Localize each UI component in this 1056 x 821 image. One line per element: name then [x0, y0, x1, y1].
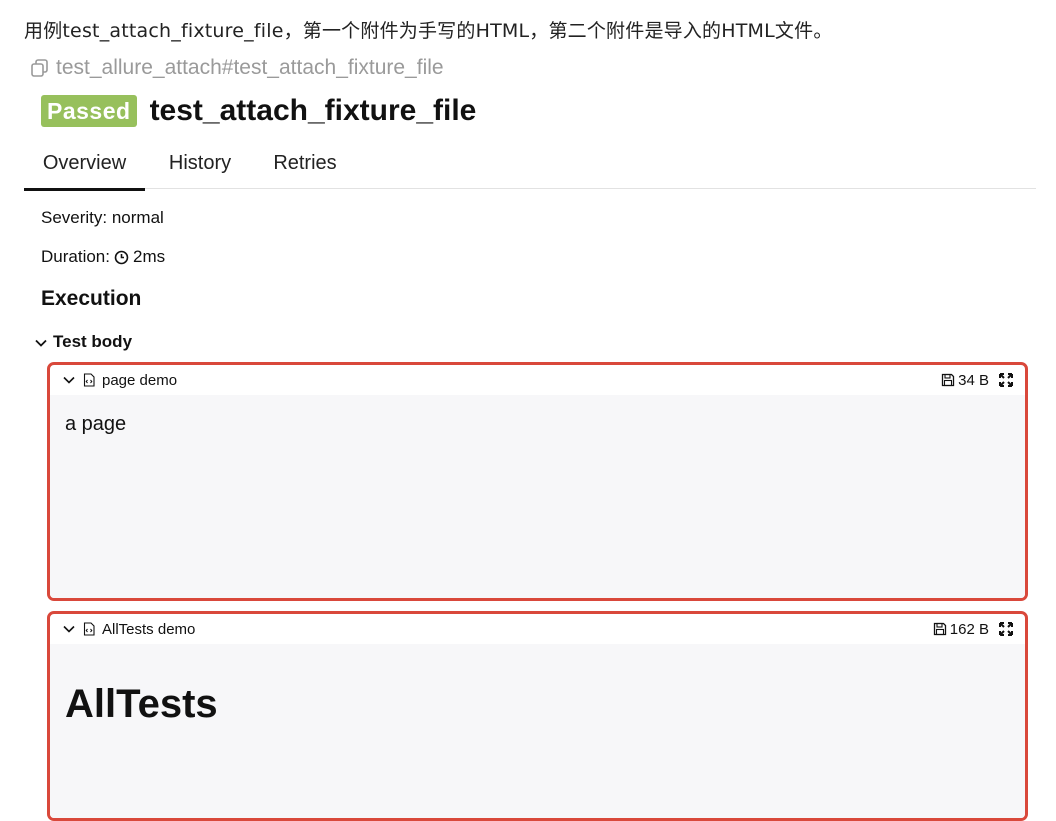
attachment-toggle[interactable]: AllTests demo	[62, 621, 195, 638]
tab-history[interactable]: History	[145, 150, 255, 188]
attachment-actions: 162 B	[933, 621, 1013, 638]
attachment-alltests-demo: AllTests demo 162 B AllTests	[47, 611, 1028, 821]
html-file-icon	[82, 373, 96, 387]
step-test-body[interactable]: Test body	[34, 332, 132, 352]
expand-icon[interactable]	[999, 373, 1013, 387]
duration-field: Duration: 2ms	[41, 247, 165, 267]
clock-icon	[114, 250, 129, 265]
copy-icon[interactable]	[30, 58, 50, 78]
page-title: test_attach_fixture_file	[149, 94, 477, 127]
attachment-header: page demo 34 B	[50, 365, 1025, 395]
expand-icon[interactable]	[999, 622, 1013, 636]
attachment-content: a page	[65, 413, 127, 435]
attachment-toggle[interactable]: page demo	[62, 372, 177, 389]
attachment-size-text: 162 B	[949, 620, 989, 638]
attachment-preview: a page	[50, 395, 1025, 598]
attachment-content: AllTests	[65, 682, 218, 726]
title-row: Passed test_attach_fixture_file	[41, 94, 476, 128]
chevron-down-icon	[34, 335, 48, 349]
severity-field: Severity: normal	[41, 208, 164, 227]
attachment-header: AllTests demo 162 B	[50, 614, 1025, 644]
test-fullname: test_allure_attach#test_attach_fixture_f…	[30, 56, 444, 80]
status-badge: Passed	[41, 95, 137, 127]
caption-text: 用例test_attach_fixture_file，第一个附件为手写的HTML…	[24, 20, 833, 42]
save-icon	[941, 373, 955, 387]
attachment-size[interactable]: 34 B	[941, 372, 989, 389]
tab-bar: Overview History Retries	[24, 150, 1036, 191]
test-fullname-text: test_allure_attach#test_attach_fixture_f…	[56, 56, 444, 79]
tab-overview[interactable]: Overview	[24, 150, 145, 191]
save-icon	[933, 622, 947, 636]
attachment-actions: 34 B	[941, 372, 1013, 389]
attachment-preview: AllTests	[50, 644, 1025, 818]
attachment-page-demo: page demo 34 B a page	[47, 362, 1028, 601]
chevron-down-icon	[62, 622, 76, 636]
attachment-size-text: 34 B	[958, 371, 989, 389]
execution-title: Execution	[41, 287, 142, 310]
attachment-size[interactable]: 162 B	[933, 621, 989, 638]
chevron-down-icon	[62, 373, 76, 387]
html-file-icon	[82, 622, 96, 636]
duration-label: Duration:	[41, 247, 110, 266]
duration-value: 2ms	[132, 247, 166, 266]
step-label: Test body	[53, 332, 133, 351]
attachment-name: page demo	[102, 371, 178, 389]
attachment-name: AllTests demo	[102, 620, 196, 638]
tab-retries[interactable]: Retries	[255, 150, 355, 188]
